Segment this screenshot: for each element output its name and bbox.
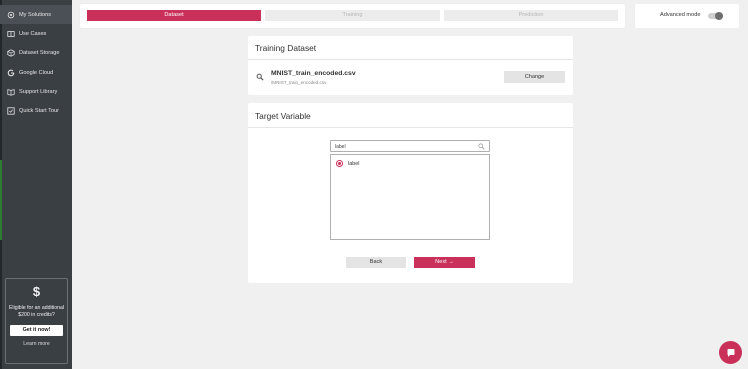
promo-message: Eligible for an additional $200 in credi… xyxy=(8,305,65,318)
radio-selected-icon[interactable] xyxy=(336,160,343,167)
sidebar-item-label: Dataset Storage xyxy=(19,49,60,56)
dollar-icon: $ xyxy=(32,284,41,299)
target-search-input[interactable] xyxy=(335,142,475,151)
tour-icon xyxy=(6,106,15,115)
box-icon xyxy=(6,48,15,57)
chat-button[interactable] xyxy=(719,341,742,364)
sidebar-item-label: Use Cases xyxy=(19,30,47,37)
back-button[interactable]: Back xyxy=(346,257,406,268)
change-button[interactable]: Change xyxy=(504,71,565,83)
sidebar-item-label: Quick Start Tour xyxy=(19,107,59,114)
sidebar-item-dataset-storage[interactable]: Dataset Storage xyxy=(0,43,72,62)
sidebar-edge-accent xyxy=(0,160,2,240)
advanced-mode-panel: Advanced mode xyxy=(635,4,739,28)
get-it-now-button[interactable]: Get it now! xyxy=(10,325,63,336)
next-button[interactable]: Next → xyxy=(414,257,475,268)
target-options-list: label xyxy=(330,154,490,240)
target-search-field xyxy=(330,140,490,152)
search-icon xyxy=(256,73,264,81)
book-icon xyxy=(6,29,15,38)
sidebar-item-google-cloud[interactable]: Google Cloud xyxy=(0,63,72,82)
search-icon xyxy=(478,143,485,150)
chat-icon xyxy=(727,348,734,357)
sidebar-item-support-library[interactable]: Support Library xyxy=(0,82,72,101)
dataset-file-name: MNIST_train_encoded.csv xyxy=(271,70,356,77)
divider xyxy=(248,127,573,128)
learn-more-link[interactable]: Learn more xyxy=(6,341,67,347)
open-book-icon xyxy=(6,87,15,96)
divider xyxy=(248,59,573,60)
sidebar-item-my-solutions[interactable]: My Solutions xyxy=(0,5,72,24)
target-variable-card: Target Variable label Back Next → xyxy=(248,103,573,283)
advanced-mode-toggle[interactable] xyxy=(708,12,723,20)
target-variable-title: Target Variable xyxy=(255,111,311,121)
credits-promo: $ Eligible for an additional $200 in cre… xyxy=(5,278,68,364)
sidebar-item-use-cases[interactable]: Use Cases xyxy=(0,24,72,43)
toggle-knob xyxy=(715,12,723,20)
step-prediction[interactable]: Prediction xyxy=(444,10,618,21)
step-dataset[interactable]: Dataset xyxy=(87,10,261,21)
sidebar: My Solutions Use Cases Dataset Storage G… xyxy=(0,0,72,369)
gear-icon xyxy=(6,10,15,19)
dataset-file-path: /MNIST_train_encoded.csv xyxy=(271,80,327,85)
sidebar-item-label: Support Library xyxy=(19,88,58,95)
advanced-mode-label: Advanced mode xyxy=(660,12,701,18)
sidebar-item-label: Google Cloud xyxy=(19,69,54,76)
sidebar-item-quick-start-tour[interactable]: Quick Start Tour xyxy=(0,101,72,120)
sidebar-item-label: My Solutions xyxy=(19,11,52,18)
step-training[interactable]: Training xyxy=(265,10,440,21)
list-item[interactable]: label xyxy=(336,159,359,168)
training-dataset-card: Training Dataset MNIST_train_encoded.csv… xyxy=(248,36,573,95)
radio-dot xyxy=(338,162,341,165)
training-dataset-title: Training Dataset xyxy=(255,43,317,53)
option-label: label xyxy=(348,160,360,167)
google-icon xyxy=(6,68,15,77)
stepper: Dataset Training Prediction xyxy=(80,4,625,28)
